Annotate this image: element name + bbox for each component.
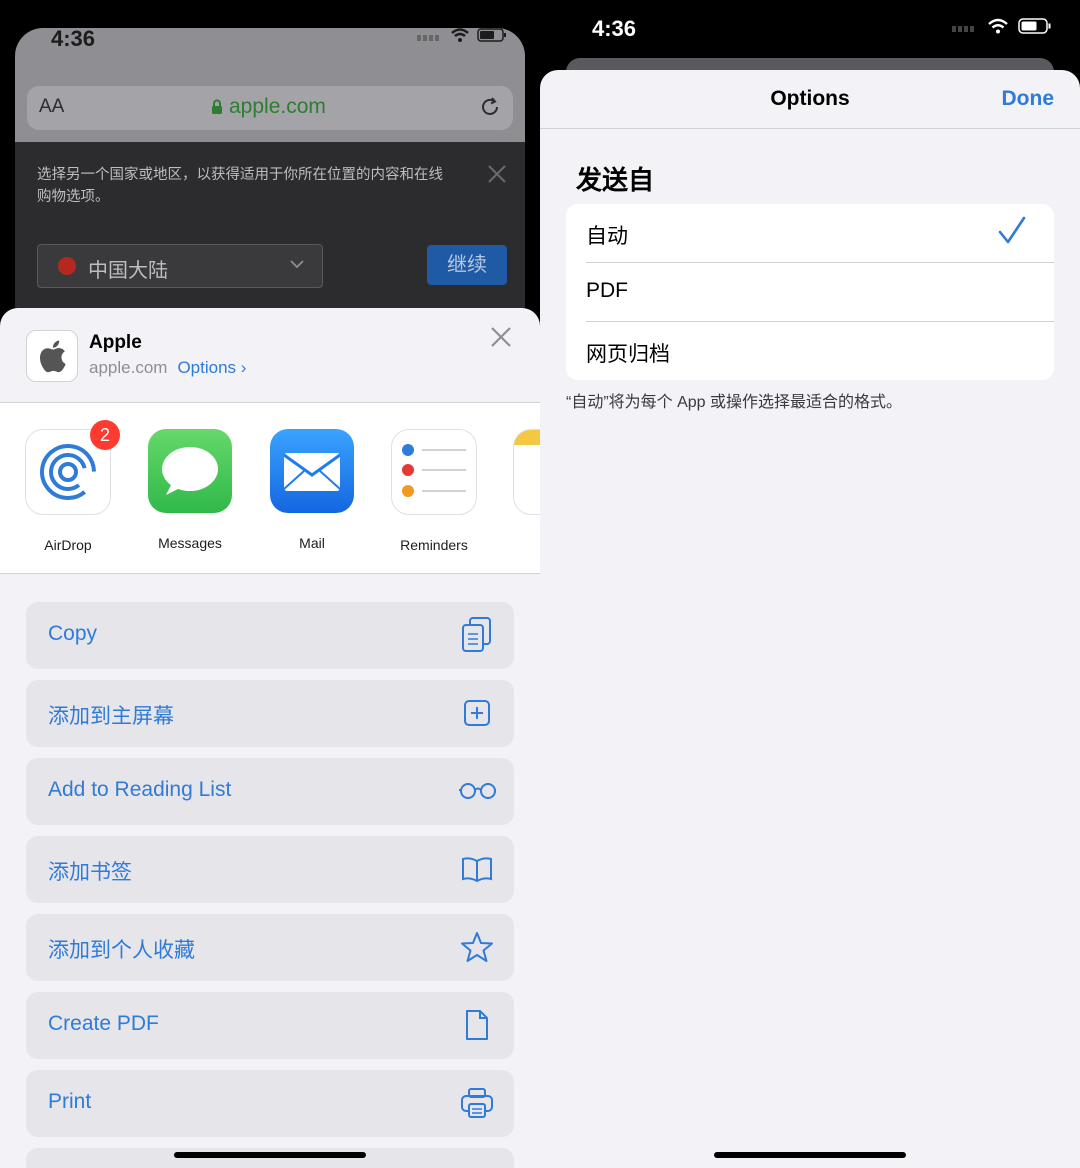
status-time: 4:36	[592, 16, 637, 41]
text-size-button[interactable]: AA	[39, 96, 64, 118]
action-label: 添加到主屏幕	[48, 705, 174, 728]
wifi-icon	[451, 28, 469, 42]
star-icon	[458, 928, 496, 966]
action-label: Print	[48, 1090, 92, 1113]
mail-icon	[270, 429, 354, 513]
chevron-down-icon	[290, 260, 304, 269]
action-list: Copy 添加到主屏幕 Add to Reading List 添加书签 添加到…	[26, 602, 514, 1168]
options-screen: 4:36 Options Done 发送自 自动 PDF 网页归档 “自动”将为…	[540, 0, 1080, 1168]
app-label: AirDrop	[44, 537, 92, 553]
home-indicator[interactable]	[714, 1152, 906, 1158]
nav-title: Options	[770, 87, 850, 110]
action-print[interactable]: Print	[26, 1070, 514, 1137]
share-header: Apple apple.com Options ›	[0, 308, 540, 403]
app-airdrop[interactable]: 2 AirDrop	[13, 420, 123, 553]
format-options-list: 自动 PDF 网页归档	[566, 204, 1054, 380]
wifi-icon	[988, 18, 1008, 34]
share-domain: apple.com	[89, 358, 168, 377]
options-footer: “自动”将为每个 App 或操作选择最适合的格式。	[566, 394, 903, 411]
notification-badge: 2	[90, 420, 120, 450]
option-pdf[interactable]: PDF	[586, 263, 1054, 322]
airdrop-icon: 2	[25, 420, 120, 515]
options-link[interactable]: Options ›	[177, 358, 246, 377]
address-bar[interactable]: AA apple.com	[27, 86, 513, 130]
option-web-archive[interactable]: 网页归档	[586, 322, 1054, 380]
status-icons	[952, 18, 1052, 34]
reload-icon[interactable]	[477, 94, 503, 120]
close-icon[interactable]	[487, 164, 507, 184]
app-row: 2 AirDrop Messages Mail Reminders	[0, 403, 540, 574]
apple-logo-icon	[26, 330, 78, 382]
action-label: Create PDF	[48, 1012, 159, 1035]
share-subtitle: apple.com Options ›	[89, 358, 246, 378]
lock-icon	[212, 99, 222, 114]
battery-icon	[477, 28, 506, 42]
copy-icon	[458, 616, 496, 654]
option-label: PDF	[586, 279, 628, 302]
app-label: Mail	[299, 535, 325, 551]
app-messages[interactable]: Messages	[135, 429, 245, 551]
book-icon	[458, 850, 496, 888]
action-reading-list[interactable]: Add to Reading List	[26, 758, 514, 825]
signal-icon	[417, 35, 439, 41]
messages-icon	[148, 429, 232, 513]
option-auto[interactable]: 自动	[586, 204, 1054, 263]
printer-icon	[458, 1084, 496, 1122]
banner-text: 选择另一个国家或地区，以获得适用于你所在位置的内容和在线购物选项。	[37, 167, 443, 205]
action-create-pdf[interactable]: Create PDF	[26, 992, 514, 1059]
document-icon	[458, 1006, 496, 1044]
app-reminders[interactable]: Reminders	[379, 429, 489, 553]
continue-button[interactable]: 继续	[427, 245, 507, 285]
glasses-icon	[458, 772, 496, 810]
share-title: Apple	[89, 332, 142, 353]
battery-icon	[1018, 18, 1051, 34]
dimmed-safari-page: 4:36 AA apple.com 选择另一个国家或地区，以获得适用于你所在位置…	[15, 28, 525, 328]
app-label: Messages	[158, 535, 222, 551]
signal-icon	[952, 26, 974, 32]
action-add-bookmark[interactable]: 添加书签	[26, 836, 514, 903]
app-label: 备	[501, 537, 540, 557]
option-label: 网页归档	[586, 343, 670, 366]
options-sheet: Options Done 发送自 自动 PDF 网页归档 “自动”将为每个 Ap…	[540, 70, 1080, 1168]
app-notes[interactable]: 备	[501, 429, 540, 557]
share-sheet: Apple apple.com Options › 2 AirDrop Messa…	[0, 308, 540, 1168]
country-label: 中国大陆	[88, 260, 168, 282]
status-icons	[417, 28, 507, 42]
action-label: Add to Reading List	[48, 778, 232, 801]
status-time: 4:36	[51, 28, 96, 51]
close-icon[interactable]	[490, 326, 512, 348]
add-square-icon	[458, 694, 496, 732]
notes-icon	[513, 429, 540, 515]
option-label: 自动	[586, 225, 628, 248]
url-display[interactable]: apple.com	[211, 95, 326, 119]
section-title: 发送自	[576, 165, 655, 195]
done-button[interactable]: Done	[1002, 87, 1055, 111]
home-indicator[interactable]	[174, 1152, 366, 1158]
share-sheet-screen: 4:36 AA apple.com 选择另一个国家或地区，以获得适用于你所在位置…	[0, 0, 540, 1168]
action-add-to-home-screen[interactable]: 添加到主屏幕	[26, 680, 514, 747]
country-select[interactable]: 中国大陆	[37, 244, 323, 288]
region-banner: 选择另一个国家或地区，以获得适用于你所在位置的内容和在线购物选项。 中国大陆 继…	[15, 142, 525, 328]
app-mail[interactable]: Mail	[257, 429, 367, 551]
china-flag-icon	[58, 257, 76, 275]
nav-bar: Options Done	[540, 70, 1080, 129]
reminders-icon	[391, 429, 477, 515]
action-copy[interactable]: Copy	[26, 602, 514, 669]
app-label: Reminders	[400, 537, 468, 553]
action-label: 添加书签	[48, 861, 132, 884]
action-add-favorites[interactable]: 添加到个人收藏	[26, 914, 514, 981]
action-label: 添加到个人收藏	[48, 939, 195, 962]
action-label: Copy	[48, 622, 98, 645]
action-more[interactable]	[26, 1148, 514, 1168]
checkmark-icon	[998, 216, 1026, 244]
url-text: apple.com	[229, 95, 326, 118]
